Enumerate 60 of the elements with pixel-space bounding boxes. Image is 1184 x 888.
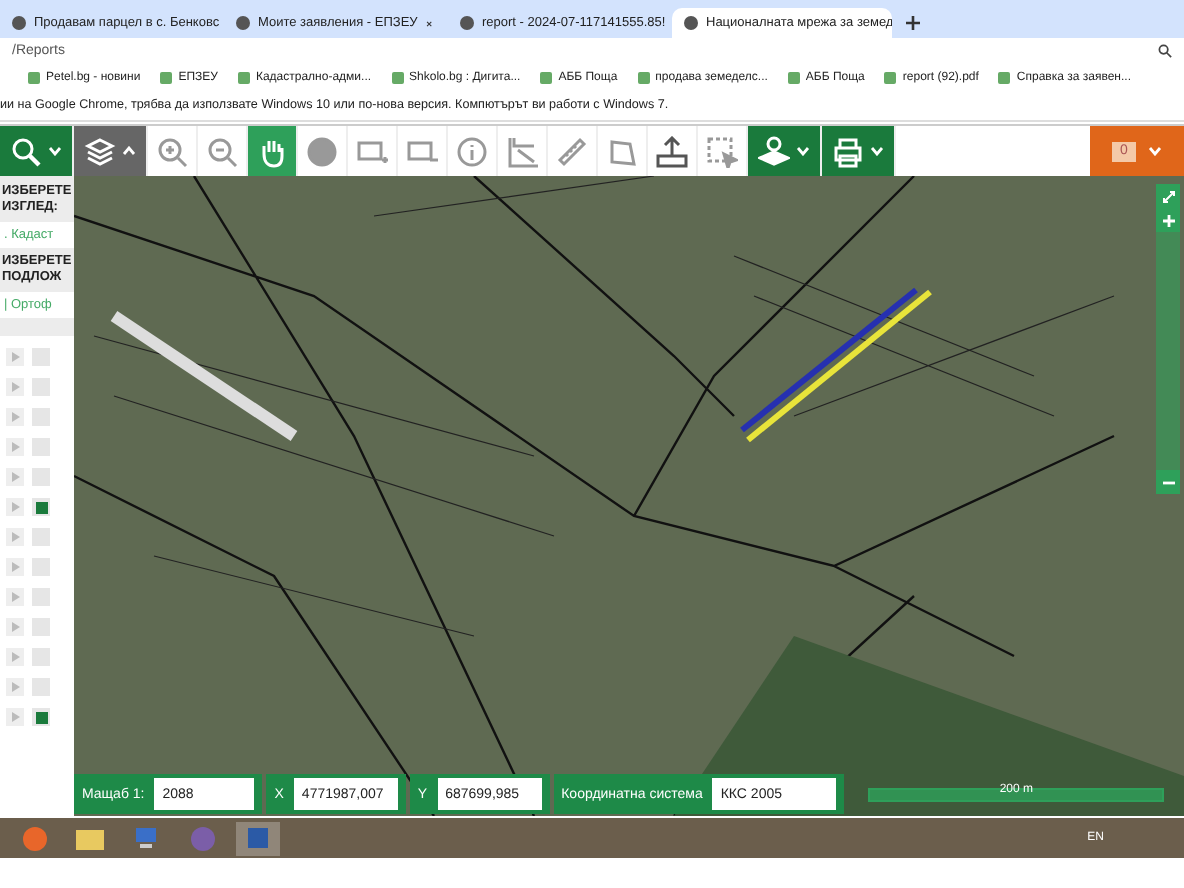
expand-icon[interactable] [6, 588, 24, 606]
document-icon[interactable] [236, 821, 280, 855]
caret-icon [1148, 146, 1162, 156]
select-icon [706, 135, 738, 167]
caret-icon [870, 146, 884, 156]
expand-icon[interactable] [6, 648, 24, 666]
expand-icon[interactable] [6, 438, 24, 456]
layer-checkbox[interactable] [32, 618, 50, 636]
favicon-icon [236, 16, 250, 30]
new-tab-icon[interactable] [904, 14, 922, 32]
layer-checkbox[interactable] [32, 588, 50, 606]
expand-icon[interactable] [6, 618, 24, 636]
search-tool[interactable] [0, 126, 74, 176]
favicon-icon [460, 16, 474, 30]
expand-icon[interactable] [6, 498, 24, 516]
layer-checkbox[interactable] [32, 438, 50, 456]
zoom-in-icon [156, 135, 188, 167]
ruler-icon [556, 135, 588, 167]
pan-tool[interactable] [248, 126, 298, 176]
expand-icon[interactable] [6, 348, 24, 366]
layer-checkbox[interactable] [32, 498, 50, 516]
layer-checkbox[interactable] [32, 648, 50, 666]
print-tool[interactable] [822, 126, 896, 176]
layers-tool[interactable] [74, 126, 148, 176]
search-icon [10, 135, 42, 167]
fullscreen-icon[interactable] [1156, 184, 1180, 208]
zoom-out-icon [206, 135, 238, 167]
print-icon [832, 135, 864, 167]
expand-icon[interactable] [6, 408, 24, 426]
close-icon[interactable] [425, 17, 432, 29]
expand-icon[interactable] [6, 708, 24, 726]
layer-checkbox[interactable] [32, 708, 50, 726]
layer-checkbox[interactable] [32, 378, 50, 396]
layer-checkbox[interactable] [32, 408, 50, 426]
layers-icon [84, 135, 116, 167]
caret-icon [122, 146, 136, 156]
identify-tool[interactable] [748, 126, 822, 176]
upload-icon [656, 135, 688, 167]
identify-icon [758, 135, 790, 167]
area-icon [506, 135, 538, 167]
layer-checkbox[interactable] [32, 528, 50, 546]
caret-icon [796, 146, 810, 156]
expand-icon[interactable] [6, 528, 24, 546]
layer-checkbox[interactable] [32, 468, 50, 486]
info-icon [456, 135, 488, 167]
favicon-icon [684, 16, 698, 30]
layer-checkbox[interactable] [32, 678, 50, 696]
layer-checkbox[interactable] [32, 348, 50, 366]
expand-icon[interactable] [6, 678, 24, 696]
layer-checkbox[interactable] [32, 558, 50, 576]
polygon-icon [606, 135, 638, 167]
satellite-map-drawing[interactable] [74, 176, 1184, 816]
expand-icon[interactable] [6, 468, 24, 486]
caret-icon [48, 146, 62, 156]
expand-icon[interactable] [6, 378, 24, 396]
expand-icon[interactable] [6, 558, 24, 576]
search-icon[interactable] [1158, 44, 1172, 58]
zoom-in-icon[interactable] [1156, 208, 1180, 232]
favicon-icon [12, 16, 26, 30]
zoom-out-icon[interactable] [1156, 470, 1180, 494]
